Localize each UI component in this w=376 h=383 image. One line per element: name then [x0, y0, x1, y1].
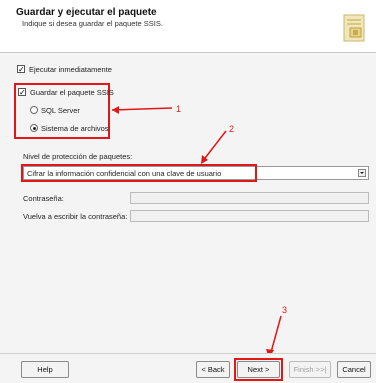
annotation-arrow-2 — [201, 130, 227, 164]
annotation-number-1: 1 — [176, 104, 182, 114]
next-button-highlight — [234, 358, 283, 381]
annotation-number-3: 3 — [282, 305, 288, 315]
annotation-arrow-1 — [111, 106, 173, 114]
help-button[interactable]: Help — [21, 361, 69, 378]
cancel-button[interactable]: Cancel — [337, 361, 371, 378]
back-button[interactable]: < Back — [196, 361, 230, 378]
annotation-arrow-3 — [266, 315, 282, 358]
finish-button[interactable]: Finish >>| — [289, 361, 331, 378]
annotation-number-2: 2 — [229, 124, 235, 134]
annotation-layer — [111, 106, 282, 358]
